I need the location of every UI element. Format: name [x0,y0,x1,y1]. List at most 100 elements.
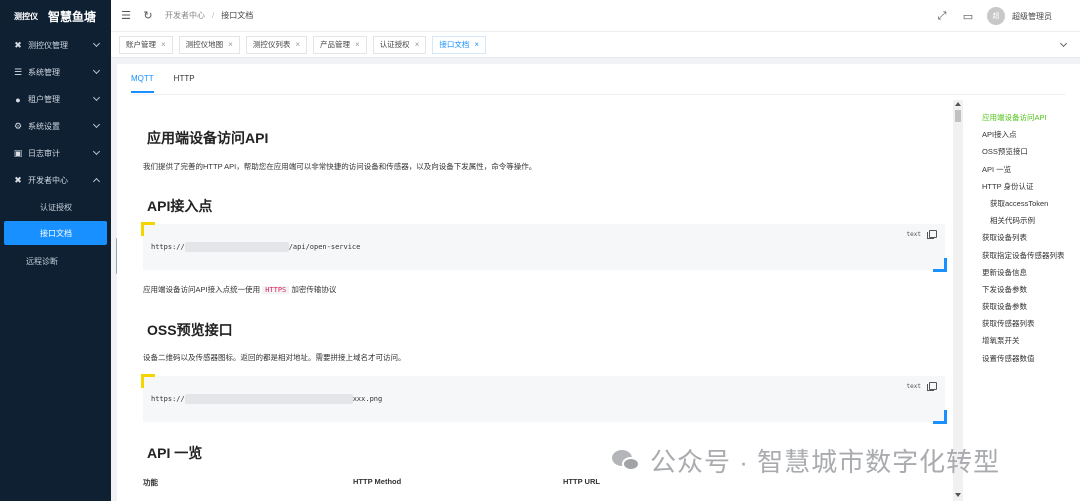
toc-item[interactable]: 获取accessToken [982,198,1080,215]
tab-product-management[interactable]: 产品管理 × [313,35,367,54]
tab-api-docs[interactable]: 接口文档 × [432,35,487,54]
chevron-down-icon[interactable] [1059,39,1068,48]
corner-decoration [933,410,947,424]
close-icon[interactable]: × [474,40,479,49]
sidebar-subitem-api-docs[interactable]: 接口文档 [4,221,107,245]
code-line: https:// xxx.png [151,394,382,404]
tab-label: 账户管理 [126,40,156,49]
sidebar: 测控仪 智慧鱼塘 ✖ 测控仪管理 ☰ 系统管理 ● 租户管理 ⚙ 系统设置 ▣ … [0,0,111,501]
main-content: MQTT HTTP 应用端设备访问API 我们提供了完善的HTTP API，帮助… [117,64,1080,501]
gear-icon: ⚙ [13,121,23,131]
toc-item[interactable]: OSS预览接口 [982,146,1080,163]
monitor-icon[interactable]: ▭ [961,9,975,23]
chevron-up-icon [92,177,101,186]
copy-icon[interactable] [927,230,937,239]
close-icon[interactable]: × [228,40,233,49]
sidebar-item-label: 测控仪管理 [28,41,68,50]
scroll-thumb[interactable] [955,110,961,122]
wechat-icon [612,449,640,472]
sidebar-item-device-management[interactable]: ✖ 测控仪管理 [0,32,111,59]
endpoint-note: 应用端设备访问API接入点统一使用 HTTPS 加密传输协议 [143,284,336,295]
toc-item[interactable]: 获取指定设备传感器列表 [982,250,1080,267]
avatar[interactable]: 超 [987,7,1005,25]
doc-intro: 我们提供了完善的HTTP API，帮助您在应用端可以非常快捷的访问设备和传感器，… [143,162,537,171]
watermark-text: 公众号 · 智慧城市数字化转型 [650,447,1001,477]
inline-code: HTTPS [262,286,290,294]
toc-item[interactable]: 下发设备参数 [982,284,1080,301]
close-icon[interactable]: × [295,40,300,49]
tab-http[interactable]: HTTP [174,74,195,93]
tab-device-list[interactable]: 测控仪列表 × [245,35,308,54]
sidebar-item-developer-center[interactable]: ✖ 开发者中心 [0,167,111,194]
sidebar-subitem-label: 接口文档 [40,228,72,238]
tab-device-map[interactable]: 测控仪地图 × [178,35,240,54]
toc-item[interactable]: HTTP 身份认证 [982,181,1080,198]
breadcrumb-item[interactable]: 开发者中心 [165,10,205,21]
close-icon[interactable]: × [161,40,166,49]
protocol-tabs: MQTT HTTP [131,74,215,93]
topbar-actions: ⤢ ▭ 超 超级管理员 [935,0,1080,32]
user-name[interactable]: 超级管理员 [1012,11,1052,22]
toc-item[interactable]: 应用端设备访问API [982,112,1080,129]
table-header-cell: 功能 [143,478,158,487]
scroll-up-icon[interactable] [955,102,961,106]
tab-mqtt[interactable]: MQTT [131,74,154,93]
tab-label: 认证授权 [379,40,410,49]
copy-icon[interactable] [927,382,937,391]
close-icon[interactable]: × [415,40,420,49]
fullscreen-icon[interactable]: ⤢ [935,9,949,23]
toc-item[interactable]: 更新设备信息 [982,267,1080,284]
code-lang: text [906,383,921,390]
menu-fold-icon[interactable]: ☰ [119,9,133,23]
code-block-endpoint: text https:// /api/open-service [141,222,947,272]
endpoint-note-text: 应用端设备访问API接入点统一使用 [143,285,261,294]
breadcrumb-current: 接口文档 [221,11,254,20]
tab-auth[interactable]: 认证授权 × [372,35,427,54]
toc-item[interactable]: 获取设备参数 [982,301,1080,318]
sidebar-item-remote-diagnosis[interactable]: 远程诊断 [0,248,111,275]
sidebar-item-label: 开发者中心 [28,176,68,185]
doc-scrollbar[interactable] [953,100,963,501]
calendar-icon: ▣ [13,148,23,158]
code-line: https:// /api/open-service [151,242,360,252]
refresh-icon[interactable]: ↻ [141,9,155,23]
tabs-bar: 账户管理 × 测控仪地图 × 测控仪列表 × 产品管理 × 认证授权 × 接口文档 × [111,32,1080,58]
tools-icon: ✖ [14,40,22,50]
toc-item[interactable]: API 一览 [982,164,1080,181]
toc-item[interactable]: API接入点 [982,129,1080,146]
sidebar-item-tenant-management[interactable]: ● 租户管理 [0,86,111,113]
sidebar-subitem-auth[interactable]: 认证授权 [0,194,111,221]
chevron-down-icon [92,66,101,75]
toc-item[interactable]: 获取设备列表 [982,232,1080,249]
redacted-host [184,242,289,252]
brand-title: 智慧鱼塘 [48,9,97,24]
toc-item[interactable]: 相关代码示例 [982,215,1080,232]
tab-account-management[interactable]: 账户管理 × [119,35,173,54]
sidebar-item-system-settings[interactable]: ⚙ 系统设置 [0,113,111,140]
chevron-down-icon [92,147,101,156]
doc-body: 应用端设备访问API 我们提供了完善的HTTP API，帮助您在应用端可以非常快… [131,100,969,501]
chevron-down-icon [92,93,101,102]
tab-label: 测控仪列表 [252,40,291,49]
sidebar-item-label: 系统管理 [28,68,60,77]
toc-item[interactable]: 增氧泵开关 [982,335,1080,352]
code-prefix: https:// [151,243,185,251]
close-icon[interactable]: × [355,40,360,49]
sidebar-item-log-audit[interactable]: ▣ 日志审计 [0,140,111,167]
doc-heading-endpoint: API接入点 [147,198,213,214]
divider [131,94,1066,95]
breadcrumb-separator: / [212,11,215,20]
table-of-contents: 应用端设备访问API API接入点 OSS预览接口 API 一览 HTTP 身份… [982,112,1080,370]
code-suffix: /api/open-service [288,243,361,251]
toc-item[interactable]: 设置传感器数值 [982,353,1080,370]
scroll-down-icon[interactable] [955,493,961,497]
code-prefix: https:// [151,395,185,403]
tools-icon: ✖ [14,175,22,185]
brand-small-logo: 测控仪 [14,11,38,21]
toc-item[interactable]: 获取传感器列表 [982,318,1080,335]
sidebar-item-system-management[interactable]: ☰ 系统管理 [0,59,111,86]
sidebar-item-label: 系统设置 [28,122,60,131]
doc-heading-api-list: API 一览 [147,445,203,461]
tab-label: 产品管理 [320,40,351,49]
sidebar-item-label: 租户管理 [28,95,60,104]
